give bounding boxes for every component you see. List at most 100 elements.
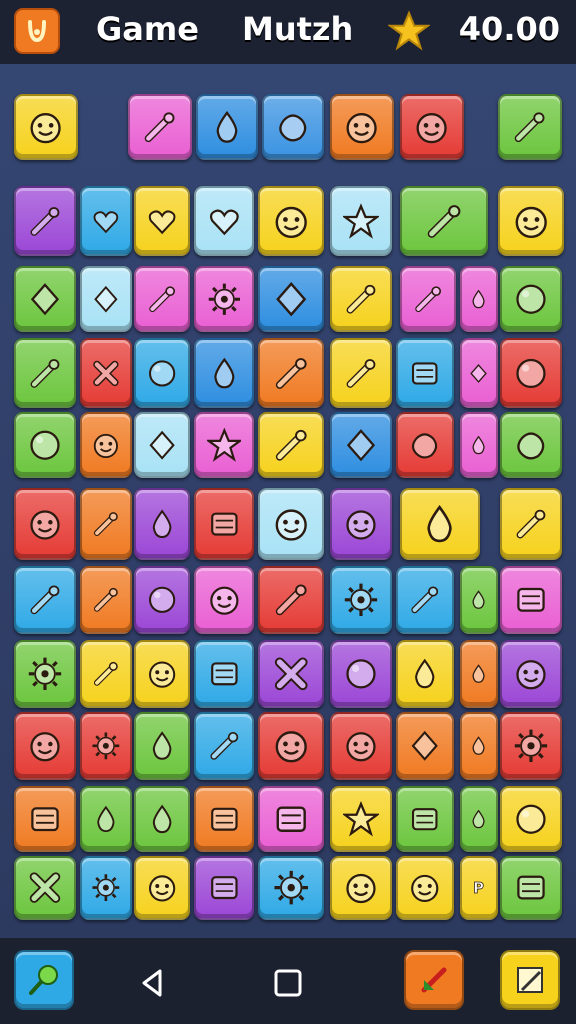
arrow-tool-button[interactable] [404, 950, 464, 1010]
game-tile-block[interactable] [194, 856, 254, 920]
game-tile-face[interactable] [14, 488, 76, 560]
game-tile-face[interactable] [80, 412, 132, 478]
game-tile-tool[interactable] [330, 266, 392, 332]
game-tile-tool[interactable] [500, 488, 562, 560]
game-tile-letter[interactable]: P [460, 856, 498, 920]
game-tile-drop[interactable] [134, 786, 190, 852]
game-tile-cross[interactable] [258, 640, 324, 708]
game-tile-circle[interactable] [500, 338, 562, 408]
game-tile-diamond[interactable] [258, 266, 324, 332]
game-tile-circle[interactable] [134, 566, 190, 634]
game-tile-drop[interactable] [460, 566, 498, 634]
game-tile-tool[interactable] [194, 712, 254, 780]
game-tile-diamond[interactable] [134, 412, 190, 478]
game-tile-heart[interactable] [80, 186, 132, 256]
game-tile-block[interactable] [194, 488, 254, 560]
game-tile-tool[interactable] [80, 488, 132, 560]
game-tile-star[interactable] [194, 412, 254, 478]
game-tile-cross[interactable] [80, 338, 132, 408]
game-tile-diamond[interactable] [396, 712, 454, 780]
game-tile-circle[interactable] [134, 338, 190, 408]
game-tile-face[interactable] [258, 488, 324, 560]
game-tile-tool[interactable] [134, 266, 190, 332]
game-tile-tool[interactable] [14, 338, 76, 408]
game-tile-face[interactable] [500, 640, 562, 708]
game-tile-drop[interactable] [196, 94, 258, 160]
game-tile-circle[interactable] [500, 266, 562, 332]
game-tile-tool[interactable] [400, 266, 456, 332]
game-tile-gear[interactable] [80, 712, 132, 780]
game-tile-circle[interactable] [500, 786, 562, 852]
game-tile-drop[interactable] [460, 266, 498, 332]
game-tile-tool[interactable] [400, 186, 488, 256]
game-tile-drop[interactable] [134, 712, 190, 780]
game-tile-face[interactable] [396, 856, 454, 920]
game-tile-face[interactable] [134, 640, 190, 708]
menu-button[interactable] [14, 8, 60, 54]
racket-button[interactable] [14, 950, 74, 1010]
game-tile-drop[interactable] [460, 786, 498, 852]
game-tile-gear[interactable] [80, 856, 132, 920]
game-tile-gear[interactable] [500, 712, 562, 780]
game-tile-tool[interactable] [258, 566, 324, 634]
game-tile-block[interactable] [194, 640, 254, 708]
game-tile-tool[interactable] [14, 566, 76, 634]
game-tile-tool[interactable] [396, 566, 454, 634]
game-tile-face[interactable] [14, 94, 78, 160]
game-tile-block[interactable] [14, 786, 76, 852]
game-tile-face[interactable] [400, 94, 464, 160]
game-tile-face[interactable] [194, 566, 254, 634]
game-tile-tool[interactable] [80, 566, 132, 634]
game-tile-face[interactable] [258, 712, 324, 780]
game-tile-blob[interactable] [262, 94, 324, 160]
game-tile-diamond[interactable] [14, 266, 76, 332]
game-tile-blob[interactable] [500, 412, 562, 478]
game-tile-gear[interactable] [258, 856, 324, 920]
game-tile-gear[interactable] [330, 566, 392, 634]
game-tile-face[interactable] [14, 712, 76, 780]
pencil-tool-button[interactable] [500, 950, 560, 1010]
game-tile-block[interactable] [396, 338, 454, 408]
game-tile-diamond[interactable] [460, 338, 498, 408]
game-tile-circle[interactable] [14, 412, 76, 478]
game-tile-tool[interactable] [498, 94, 562, 160]
game-tile-star[interactable] [330, 186, 392, 256]
game-tile-drop[interactable] [460, 412, 498, 478]
game-tile-circle[interactable] [330, 640, 392, 708]
game-tile-tool[interactable] [128, 94, 192, 160]
game-tile-drop[interactable] [134, 488, 190, 560]
game-tile-block[interactable] [396, 786, 454, 852]
game-tile-drop[interactable] [460, 640, 498, 708]
game-tile-drop[interactable] [194, 338, 254, 408]
game-tile-drop[interactable] [460, 712, 498, 780]
game-tile-drop[interactable] [396, 640, 454, 708]
game-tile-block[interactable] [500, 566, 562, 634]
back-triangle-icon[interactable] [136, 966, 170, 1000]
game-tile-face[interactable] [330, 712, 392, 780]
game-tile-tool[interactable] [258, 338, 324, 408]
game-tile-heart[interactable] [194, 186, 254, 256]
game-tile-tool[interactable] [258, 412, 324, 478]
game-tile-tool[interactable] [14, 186, 76, 256]
game-tile-face[interactable] [330, 94, 394, 160]
game-tile-cross[interactable] [14, 856, 76, 920]
game-tile-drop[interactable] [400, 488, 480, 560]
game-tile-heart[interactable] [134, 186, 190, 256]
game-tile-tool[interactable] [330, 338, 392, 408]
game-tile-face[interactable] [134, 856, 190, 920]
game-tile-blob[interactable] [396, 412, 454, 478]
game-tile-face[interactable] [498, 186, 564, 256]
game-tile-star[interactable] [330, 786, 392, 852]
game-tile-block[interactable] [500, 856, 562, 920]
game-tile-block[interactable] [258, 786, 324, 852]
game-tile-tool[interactable] [80, 640, 132, 708]
game-tile-face[interactable] [330, 488, 392, 560]
game-tile-gear[interactable] [194, 266, 254, 332]
game-tile-diamond[interactable] [80, 266, 132, 332]
game-tile-face[interactable] [330, 856, 392, 920]
game-tile-block[interactable] [194, 786, 254, 852]
game-tile-diamond[interactable] [330, 412, 392, 478]
game-tile-face[interactable] [258, 186, 324, 256]
home-square-icon[interactable] [271, 966, 305, 1000]
game-tile-gear[interactable] [14, 640, 76, 708]
